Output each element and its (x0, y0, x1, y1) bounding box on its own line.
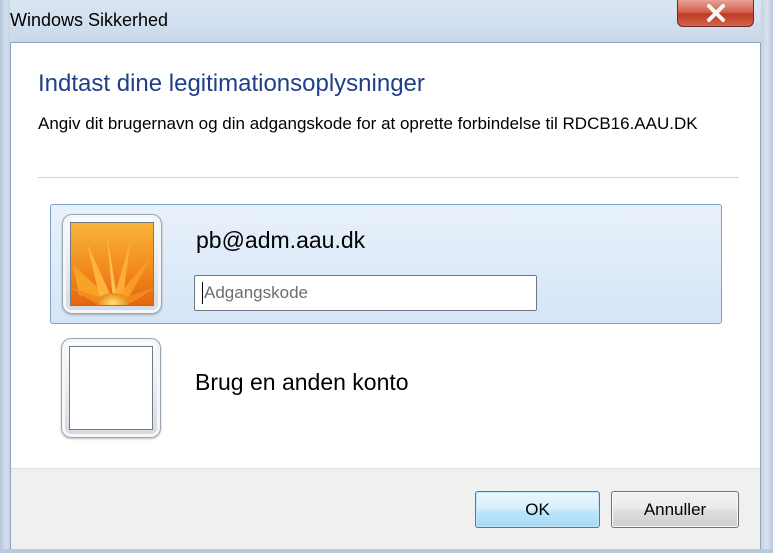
avatar (61, 338, 161, 438)
dialog-client-area: Indtast dine legitimationsoplysninger An… (10, 42, 761, 553)
separator (38, 177, 739, 178)
window-frame-bottom (0, 549, 773, 553)
account-tile-selected[interactable]: pb@adm.aau.dk (50, 204, 722, 324)
title-bar: Windows Sikkerhed (0, 0, 773, 42)
close-x-icon (706, 4, 725, 22)
close-button[interactable] (677, 0, 754, 27)
flower-avatar-icon (70, 222, 154, 306)
window-frame-right (761, 0, 773, 553)
dialog-description: Angiv dit brugernavn og din adgangskode … (38, 114, 698, 133)
window-frame-left (0, 0, 10, 553)
ok-button[interactable]: OK (475, 491, 600, 528)
use-other-account-label: Brug en anden konto (195, 369, 409, 395)
cancel-button[interactable]: Annuller (611, 491, 739, 528)
window-title: Windows Sikkerhed (10, 10, 169, 30)
dialog-heading: Indtast dine legitimationsoplysninger (38, 70, 425, 97)
account-tile-other[interactable]: Brug en anden konto (50, 333, 722, 443)
text-caret (202, 282, 203, 304)
blank-avatar-icon (69, 346, 153, 430)
account-username: pb@adm.aau.dk (196, 227, 366, 253)
password-field[interactable] (194, 275, 537, 311)
credential-dialog-window: Windows Sikkerhed Indtast dine legitimat… (0, 0, 773, 553)
button-bar: OK Annuller (11, 468, 760, 553)
avatar (62, 214, 162, 314)
